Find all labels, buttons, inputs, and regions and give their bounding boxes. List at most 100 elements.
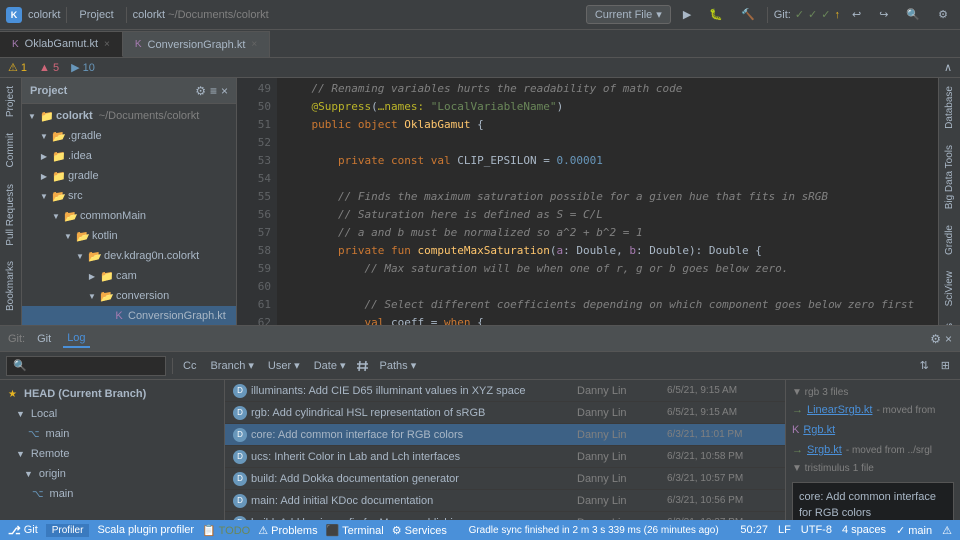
tab-oklabgamut-label: OklabGamut.kt xyxy=(25,38,98,50)
tree-item-kotlin[interactable]: ▼ 📂 kotlin xyxy=(22,226,236,246)
commit-row[interactable]: D build: Add Dokka documentation generat… xyxy=(225,468,785,490)
warning-badge[interactable]: ⚠ 1 xyxy=(8,61,27,74)
sidebar-item-structure[interactable]: Structure xyxy=(3,319,18,325)
git-paths-dropdown[interactable]: Paths ▾ xyxy=(376,357,421,374)
undo-btn[interactable]: ↩ xyxy=(846,6,867,23)
tree-item-package[interactable]: ▼ 📂 dev.kdrag0n.colorkt xyxy=(22,246,236,266)
commit-row-selected[interactable]: D core: Add common interface for RGB col… xyxy=(225,424,785,446)
commit-row[interactable]: D ucs: Inherit Color in Lab and Lch inte… xyxy=(225,446,785,468)
detail-file-rgb[interactable]: K Rgb.kt xyxy=(792,424,954,436)
commit-row[interactable]: D main: Add initial KDoc documentation D… xyxy=(225,490,785,512)
git-remote-main[interactable]: ⌥ main xyxy=(0,484,224,504)
local-label: Local xyxy=(31,408,57,420)
error-badge[interactable]: ▲ 5 xyxy=(39,62,59,74)
tree-item-gradle[interactable]: ▼ 📂 .gradle xyxy=(22,126,236,146)
commit-msg: rgb: Add cylindrical HSL representation … xyxy=(251,407,577,419)
tab-conversiongraph[interactable]: K ConversionGraph.kt × xyxy=(123,31,270,57)
tree-item-cam[interactable]: ▶ 📁 cam xyxy=(22,266,236,286)
sidebar-item-pull-requests[interactable]: Pull Requests xyxy=(3,176,18,254)
services-item[interactable]: ⚙ Services xyxy=(392,524,447,537)
commit-date: 6/3/21, 11:01 PM xyxy=(667,429,777,440)
right-item-gradle[interactable]: Gradle xyxy=(942,217,957,263)
branch-status[interactable]: ✓ main xyxy=(896,524,932,537)
terminal-item[interactable]: ⬛ Terminal xyxy=(326,524,384,537)
collapse-btn[interactable]: ∧ xyxy=(944,61,952,74)
right-item-sciview[interactable]: SciView xyxy=(942,263,957,314)
commit-row[interactable]: D rgb: Add cylindrical HSL representatio… xyxy=(225,402,785,424)
arrow-icon: ▼ xyxy=(26,112,38,121)
sidebar-item-bookmarks[interactable]: Bookmarks xyxy=(3,253,18,319)
project-layout-btn[interactable]: ≡ xyxy=(210,84,217,98)
tab-close-icon[interactable]: × xyxy=(104,39,110,50)
project-btn[interactable]: Project xyxy=(73,7,119,23)
moved-icon: → xyxy=(792,404,803,416)
current-file-dropdown[interactable]: Current File ▾ xyxy=(586,5,671,24)
tree-item-commonmain[interactable]: ▼ 📂 commonMain xyxy=(22,206,236,226)
git-local-group[interactable]: ▼ Local xyxy=(0,404,224,424)
git-status-item[interactable]: ⎇ Git xyxy=(8,524,38,537)
expand-icon: ▼ xyxy=(16,409,25,419)
build-btn[interactable]: 🔨 xyxy=(735,6,761,23)
right-item-bigdata[interactable]: Big Data Tools xyxy=(942,137,957,217)
git-date-dropdown[interactable]: Date ▾ xyxy=(310,357,350,374)
debug-btn[interactable]: 🐛 xyxy=(703,6,729,23)
detail-file-srgb[interactable]: → Srgb.kt - moved from ../srgl xyxy=(792,444,954,456)
git-tab-log[interactable]: Log xyxy=(63,330,89,348)
git-expand-btn[interactable]: ⇅ xyxy=(916,357,933,374)
git-remote-group[interactable]: ▼ Remote xyxy=(0,444,224,464)
settings-btn[interactable]: ⚙ xyxy=(932,6,954,23)
git-user-dropdown[interactable]: User ▾ xyxy=(264,357,304,374)
git-grid-btn[interactable]: ⊞ xyxy=(937,357,954,374)
tab-close-icon2[interactable]: × xyxy=(251,39,257,50)
run-badge[interactable]: ▶ 10 xyxy=(71,61,95,74)
git-tab-git[interactable]: Git xyxy=(33,331,55,347)
folder-icon: 📂 xyxy=(88,249,102,263)
project-settings-btn[interactable]: ⚙ xyxy=(195,84,206,98)
moved-icon: → xyxy=(792,444,803,456)
git-remote-origin[interactable]: ▼ origin xyxy=(0,464,224,484)
code-content[interactable]: // Renaming variables hurts the readabil… xyxy=(277,78,938,325)
git-search-input[interactable] xyxy=(6,356,166,376)
tree-item-idea[interactable]: ▶ 📁 .idea xyxy=(22,146,236,166)
git-settings-btn[interactable]: ⚙ xyxy=(930,332,941,346)
folder-icon: 📂 xyxy=(52,129,66,143)
right-panel: Database Big Data Tools Gradle SciView N… xyxy=(938,78,960,325)
commit-row[interactable]: D illuminants: Add CIE D65 illuminant va… xyxy=(225,380,785,402)
right-item-notifications[interactable]: Notifications xyxy=(942,315,957,325)
commit-author: Danny Lin xyxy=(577,473,667,485)
tree-item-conversion[interactable]: ▼ 📂 conversion xyxy=(22,286,236,306)
tree-item-src[interactable]: ▼ 📂 src xyxy=(22,186,236,206)
detail-file-linearsrgb[interactable]: → LinearSrgb.kt - moved from xyxy=(792,404,954,416)
git-close-btn[interactable]: × xyxy=(945,332,952,346)
git-local-main[interactable]: ⌥ main xyxy=(0,424,224,444)
warn-icon: ⚠ xyxy=(942,524,952,537)
git-cc-btn[interactable]: Cc xyxy=(179,358,200,374)
detail-tooltip: core: Add common interfacefor RGB colors xyxy=(792,482,954,520)
tree-item-gradle2[interactable]: ▶ 📁 gradle xyxy=(22,166,236,186)
tree-item-conversiongraph[interactable]: K ConversionGraph.kt xyxy=(22,306,236,325)
redo-btn[interactable]: ↪ xyxy=(873,6,894,23)
todo-item[interactable]: 📋 TODO xyxy=(202,524,250,537)
scala-btn[interactable]: Scala plugin profiler xyxy=(97,524,194,536)
sidebar-item-project[interactable]: Project xyxy=(3,78,18,125)
git-head[interactable]: ★ HEAD (Current Branch) xyxy=(0,384,224,404)
commit-row[interactable]: D build: Add basic config for Maven publ… xyxy=(225,512,785,520)
search-btn[interactable]: 🔍 xyxy=(900,6,926,23)
avatar: D xyxy=(233,384,247,398)
folder-icon: 📁 xyxy=(52,149,66,163)
tab-kt-icon: K xyxy=(12,39,19,50)
git-branch-dropdown[interactable]: Branch ▾ xyxy=(206,357,257,374)
tree-label: colorkt xyxy=(56,110,93,122)
tree-item-colorkt[interactable]: ▼ 📁 colorkt ~/Documents/colorkt xyxy=(22,106,236,126)
project-close-btn[interactable]: × xyxy=(221,84,228,98)
profiler-btn[interactable]: Profiler xyxy=(46,524,90,537)
avatar: D xyxy=(233,450,247,464)
commit-msg: core: Add common interface for RGB color… xyxy=(251,429,577,441)
run-btn[interactable]: ▶ xyxy=(677,6,697,23)
tab-oklabgamut[interactable]: K OklabGamut.kt × xyxy=(0,31,123,57)
problems-item[interactable]: ⚠ Problems xyxy=(258,524,317,537)
expand-icon: ▼ xyxy=(16,449,25,459)
right-item-database[interactable]: Database xyxy=(942,78,957,137)
sidebar-item-commit[interactable]: Commit xyxy=(3,125,18,175)
git-status: Git: ✓ ✓ ✓ ↑ xyxy=(774,8,840,21)
